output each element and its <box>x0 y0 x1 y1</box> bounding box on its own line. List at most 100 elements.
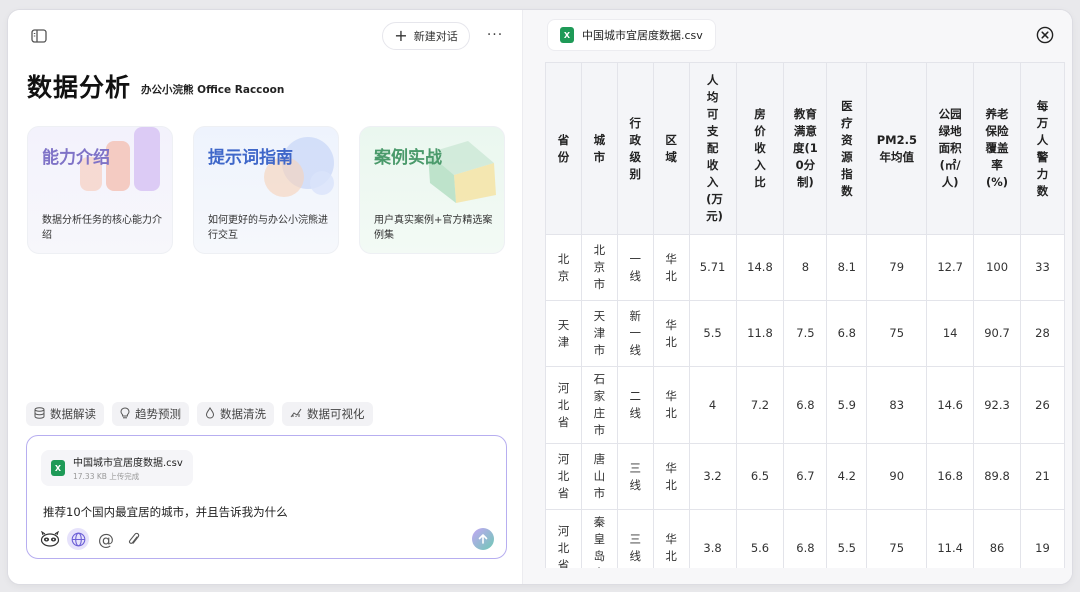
table-cell[interactable]: 75 <box>866 509 928 568</box>
table-cell[interactable]: 3.8 <box>688 509 737 568</box>
table-cell[interactable]: 14 <box>926 300 975 367</box>
page-subtitle: 办公小浣熊 Office Raccoon <box>141 84 285 96</box>
table-cell[interactable]: 秦皇岛市 <box>580 509 618 568</box>
table-cell[interactable]: 3.2 <box>688 443 737 510</box>
table-cell[interactable]: 83 <box>866 366 928 444</box>
table-cell[interactable]: 5.5 <box>688 300 737 367</box>
capability-intro-card[interactable]: 能力介绍 数据分析任务的核心能力介绍 <box>27 126 173 254</box>
table-cell[interactable]: 华北 <box>652 509 690 568</box>
column-header[interactable]: 公园绿地面积(㎡/人) <box>926 62 975 235</box>
file-tab[interactable]: X 中国城市宜居度数据.csv <box>547 19 716 51</box>
table-cell[interactable]: 华北 <box>652 366 690 444</box>
table-cell[interactable]: 6.7 <box>783 443 828 510</box>
paperclip-icon[interactable] <box>123 528 145 550</box>
table-cell[interactable]: 一线 <box>616 234 654 301</box>
chip-trend-forecast[interactable]: 趋势预测 <box>112 402 189 426</box>
column-header[interactable]: 人均可支配收入(万元) <box>688 62 737 235</box>
table-cell[interactable]: 11.8 <box>735 300 785 367</box>
web-search-globe-icon[interactable] <box>67 528 89 550</box>
column-header[interactable]: 区域 <box>652 62 690 235</box>
table-row[interactable]: 天津 天津市 新一线 华北 5.5 11.8 7.5 6.8 75 14 90.7 28 <box>545 300 1065 367</box>
close-icon[interactable] <box>1036 26 1054 44</box>
table-cell[interactable]: 28 <box>1020 300 1065 367</box>
sidebar-toggle-icon[interactable] <box>30 28 48 44</box>
table-cell[interactable]: 14.6 <box>926 366 975 444</box>
table-cell[interactable]: 北京市 <box>580 234 618 301</box>
table-cell[interactable]: 华北 <box>652 234 690 301</box>
table-cell[interactable]: 89.8 <box>973 443 1021 510</box>
chip-data-visualization[interactable]: 数据可视化 <box>282 402 373 426</box>
table-cell[interactable]: 75 <box>866 300 928 367</box>
table-cell[interactable]: 5.9 <box>826 366 868 444</box>
column-header[interactable]: 城市 <box>580 62 618 235</box>
attached-file-chip[interactable]: X 中国城市宜居度数据.csv 17.33 KB 上传完成 <box>41 450 193 486</box>
table-cell[interactable]: 100 <box>973 234 1021 301</box>
table-row[interactable]: 河北省 唐山市 三线 华北 3.2 6.5 6.7 4.2 90 16.8 89.8 21 <box>545 443 1065 510</box>
table-cell[interactable]: 二线 <box>616 366 654 444</box>
chip-label: 数据清洗 <box>220 407 266 421</box>
table-cell[interactable]: 7.5 <box>783 300 828 367</box>
send-button[interactable] <box>472 528 494 550</box>
table-cell[interactable]: 92.3 <box>973 366 1021 444</box>
column-header[interactable]: 行政级别 <box>616 62 654 235</box>
table-cell[interactable]: 19 <box>1020 509 1065 568</box>
table-cell[interactable]: 唐山市 <box>580 443 618 510</box>
table-cell[interactable]: 华北 <box>652 300 690 367</box>
column-header[interactable]: 每万人警力数 <box>1020 62 1065 235</box>
table-row[interactable]: 河北省 石家庄市 二线 华北 4 7.2 6.8 5.9 83 14.6 92.3 26 <box>545 366 1065 444</box>
table-cell[interactable]: 6.8 <box>783 366 828 444</box>
table-cell[interactable]: 4.2 <box>826 443 868 510</box>
table-cell[interactable]: 8.1 <box>826 234 868 301</box>
case-study-card[interactable]: 案例实战 用户真实案例+官方精选案例集 <box>359 126 505 254</box>
table-cell[interactable]: 86 <box>973 509 1021 568</box>
data-table-container[interactable]: 省份 城市 行政级别 区域 人均可支配收入(万元) 房价收入比 教育满意度(10… <box>545 62 1065 568</box>
table-cell[interactable]: 79 <box>866 234 928 301</box>
table-cell[interactable]: 11.4 <box>926 509 975 568</box>
column-header[interactable]: 房价收入比 <box>735 62 785 235</box>
mention-at-icon[interactable]: @ <box>95 528 117 550</box>
table-cell[interactable]: 天津市 <box>580 300 618 367</box>
table-cell[interactable]: 河北省 <box>545 366 582 444</box>
table-cell[interactable]: 5.6 <box>735 509 785 568</box>
raccoon-mascot-icon[interactable] <box>39 528 61 550</box>
more-options-icon[interactable]: ··· <box>486 26 504 44</box>
table-cell[interactable]: 新一线 <box>616 300 654 367</box>
column-header[interactable]: PM2.5年均值 <box>866 62 928 235</box>
table-row[interactable]: 河北省秦皇岛市三线华北3.85.66.85.57511.48619 <box>545 509 1065 568</box>
table-cell[interactable]: 北京 <box>545 234 582 301</box>
table-cell[interactable]: 26 <box>1020 366 1065 444</box>
table-cell[interactable]: 12.7 <box>926 234 975 301</box>
table-cell[interactable]: 90 <box>866 443 928 510</box>
column-header[interactable]: 省份 <box>545 62 582 235</box>
table-cell[interactable]: 河北省 <box>545 443 582 510</box>
table-cell[interactable]: 90.7 <box>973 300 1021 367</box>
column-header[interactable]: 养老保险覆盖率(%) <box>973 62 1021 235</box>
table-cell[interactable]: 6.8 <box>783 509 828 568</box>
column-header[interactable]: 教育满意度(10分制) <box>783 62 828 235</box>
chip-data-cleaning[interactable]: 数据清洗 <box>197 402 274 426</box>
table-cell[interactable]: 6.5 <box>735 443 785 510</box>
prompt-guide-card[interactable]: 提示词指南 如何更好的与办公小浣熊进行交互 <box>193 126 339 254</box>
table-cell[interactable]: 5.71 <box>688 234 737 301</box>
table-cell[interactable]: 天津 <box>545 300 582 367</box>
table-cell[interactable]: 6.8 <box>826 300 868 367</box>
table-cell[interactable]: 21 <box>1020 443 1065 510</box>
table-cell[interactable]: 14.8 <box>735 234 785 301</box>
table-cell[interactable]: 8 <box>783 234 828 301</box>
table-cell[interactable]: 河北省 <box>545 509 582 568</box>
table-cell[interactable]: 7.2 <box>735 366 785 444</box>
chip-data-interpretation[interactable]: 数据解读 <box>26 402 104 426</box>
table-row[interactable]: 北京 北京市 一线 华北 5.71 14.8 8 8.1 79 12.7 100 33 <box>545 234 1065 301</box>
message-composer[interactable]: X 中国城市宜居度数据.csv 17.33 KB 上传完成 推荐10个国内最宜居… <box>26 435 507 559</box>
table-cell[interactable]: 三线 <box>616 443 654 510</box>
table-cell[interactable]: 4 <box>688 366 737 444</box>
table-cell[interactable]: 5.5 <box>826 509 868 568</box>
column-header[interactable]: 医疗资源指数 <box>826 62 868 235</box>
table-cell[interactable]: 石家庄市 <box>580 366 618 444</box>
new-chat-button[interactable]: + 新建对话 <box>382 22 470 50</box>
table-cell[interactable]: 33 <box>1020 234 1065 301</box>
table-cell[interactable]: 三线 <box>616 509 654 568</box>
table-cell[interactable]: 华北 <box>652 443 690 510</box>
prompt-text[interactable]: 推荐10个国内最宜居的城市，并且告诉我为什么 <box>43 504 288 520</box>
table-cell[interactable]: 16.8 <box>926 443 975 510</box>
